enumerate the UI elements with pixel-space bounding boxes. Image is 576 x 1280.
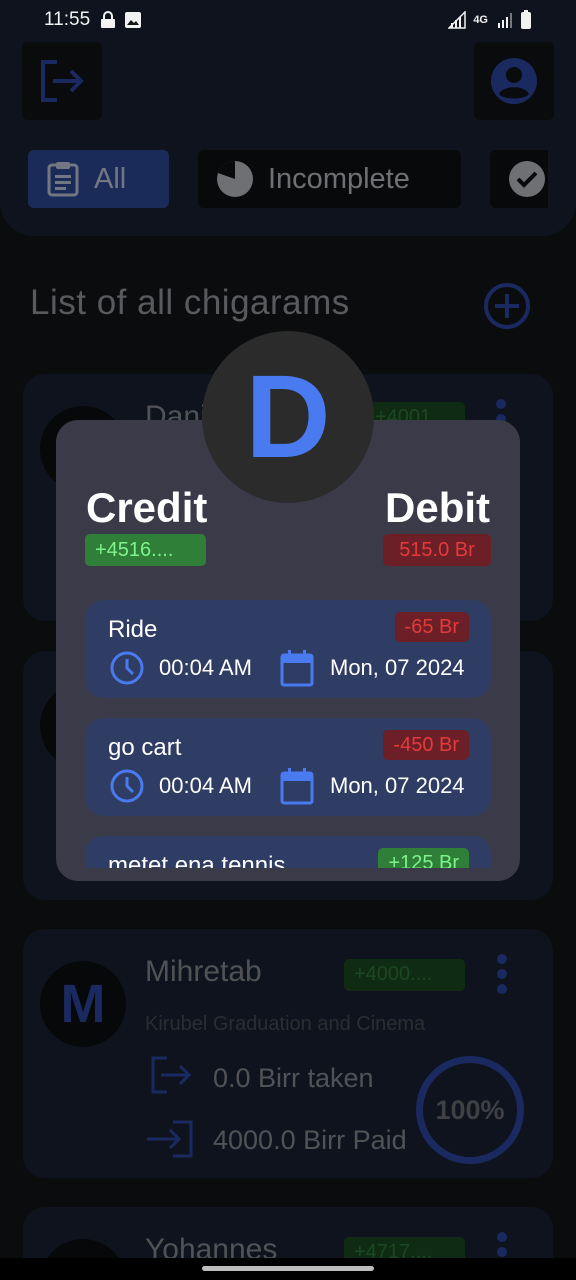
transaction-title: go cart (108, 734, 182, 761)
clock-icon (110, 769, 144, 803)
status-time: 11:55 (44, 9, 91, 30)
transaction-title: metet ena tennis (108, 852, 286, 868)
transaction-date: Mon, 07 2024 (330, 655, 465, 680)
gesture-bar (0, 1258, 576, 1280)
lock-icon (101, 11, 116, 28)
dialog-avatar: D (202, 331, 374, 503)
status-bar: 11:55 4G (0, 0, 576, 40)
transaction-time: 00:04 AM (159, 655, 252, 680)
calendar-icon (280, 650, 314, 687)
battery-icon (521, 10, 531, 29)
transaction-amount: +125 Br (378, 848, 469, 868)
credit-label: Credit (86, 484, 208, 531)
credit-value: +4516.... (85, 534, 206, 566)
calendar-icon (280, 768, 314, 805)
transaction-amount: -65 Br (394, 612, 469, 642)
network-type: 4G (473, 14, 488, 26)
debit-value: 515.0 Br (383, 534, 491, 566)
debit-label: Debit (385, 484, 490, 531)
transaction-title: Ride (108, 616, 158, 643)
transaction-item[interactable]: metet ena tennis +125 Br (85, 836, 491, 868)
transaction-date: Mon, 07 2024 (330, 773, 465, 798)
clock-icon (110, 651, 144, 685)
app-screen: All Incomplete 11:55 4G List of all chig… (0, 0, 576, 1280)
transaction-list[interactable]: Ride -65 Br 00:04 AM Mon, 07 2024 go car… (85, 600, 491, 868)
signal-icon (448, 11, 467, 29)
transaction-item[interactable]: go cart -450 Br 00:04 AM Mon, 07 2024 (85, 718, 491, 816)
home-handle[interactable] (202, 1266, 374, 1271)
signal-icon-2 (498, 13, 512, 28)
image-icon (125, 12, 142, 28)
transaction-item[interactable]: Ride -65 Br 00:04 AM Mon, 07 2024 (85, 600, 491, 698)
transaction-time: 00:04 AM (159, 773, 252, 798)
transaction-amount: -450 Br (383, 730, 469, 760)
